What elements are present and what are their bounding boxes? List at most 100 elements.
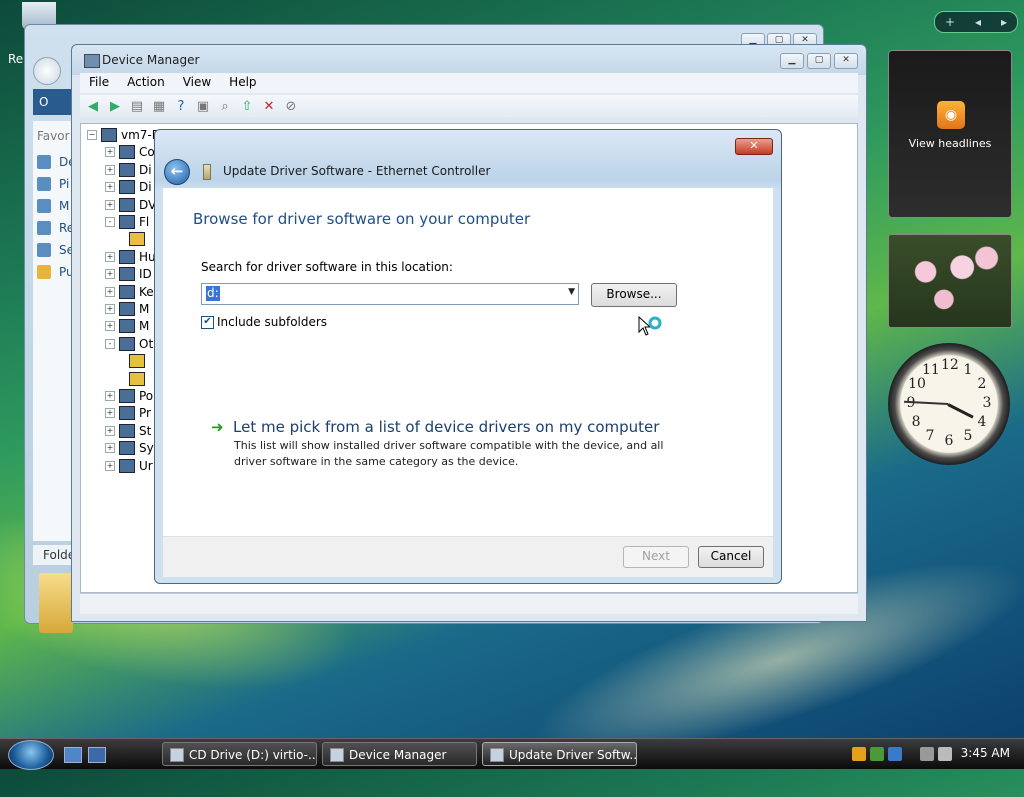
back-arrow-icon[interactable]: ◀ bbox=[84, 98, 102, 114]
sidebar-item[interactable]: Pu bbox=[37, 265, 74, 279]
dialog-close-button[interactable]: ✕ bbox=[735, 138, 773, 155]
menu-file[interactable]: File bbox=[80, 73, 118, 93]
add-gadget-button[interactable]: + bbox=[945, 15, 955, 29]
pick-from-list-link[interactable]: Let me pick from a list of device driver… bbox=[233, 418, 659, 436]
security-shield-icon[interactable] bbox=[852, 747, 866, 761]
taskbar-clock[interactable]: 3:45 AM bbox=[961, 746, 1010, 760]
menu-action[interactable]: Action bbox=[118, 73, 174, 93]
expand-icon[interactable]: + bbox=[105, 425, 115, 436]
update-driver-dialog[interactable]: ✕ ← Update Driver Software - Ethernet Co… bbox=[154, 129, 782, 584]
tree-item[interactable]: + M bbox=[105, 301, 149, 317]
collapse-icon[interactable]: - bbox=[105, 217, 115, 227]
maximize-button[interactable]: ▢ bbox=[807, 53, 831, 69]
expand-icon[interactable]: + bbox=[105, 251, 115, 262]
sidebar-item[interactable]: De bbox=[37, 155, 76, 169]
menu-view[interactable]: View bbox=[174, 73, 220, 93]
tree-item[interactable]: + M bbox=[105, 318, 149, 334]
back-arrow-icon[interactable]: ← bbox=[164, 159, 190, 185]
network-disconnected-icon[interactable] bbox=[920, 747, 934, 761]
taskbar-item-cd-drive[interactable]: CD Drive (D:) virtio-... bbox=[162, 742, 317, 766]
browse-button[interactable]: Browse... bbox=[591, 283, 677, 307]
show-hide-tree-icon[interactable]: ▤ bbox=[128, 98, 146, 114]
tree-item[interactable]: + Di bbox=[105, 179, 152, 195]
collapse-icon[interactable]: - bbox=[105, 338, 115, 349]
include-subfolders-label[interactable]: Include subfolders bbox=[217, 315, 327, 329]
expand-icon[interactable]: + bbox=[105, 460, 115, 471]
dropdown-arrow-icon[interactable]: ▼ bbox=[568, 287, 575, 297]
disable-icon[interactable]: ⊘ bbox=[282, 98, 300, 114]
tree-root[interactable]: − vm7-P bbox=[87, 127, 159, 143]
tree-item[interactable]: - Ot bbox=[105, 336, 153, 352]
tree-item-label: Ot bbox=[139, 336, 154, 351]
computer-icon bbox=[101, 128, 117, 142]
tree-item[interactable] bbox=[129, 353, 149, 369]
tree-item[interactable]: + St bbox=[105, 423, 151, 439]
expand-icon[interactable]: + bbox=[105, 391, 115, 401]
view-icon[interactable]: ▣ bbox=[194, 98, 212, 114]
expand-icon[interactable]: + bbox=[105, 199, 115, 210]
expand-icon[interactable]: + bbox=[105, 321, 115, 332]
properties-icon[interactable]: ▦ bbox=[150, 98, 168, 114]
expand-icon[interactable]: + bbox=[105, 147, 115, 158]
hardware-icon[interactable] bbox=[888, 747, 902, 761]
slideshow-gadget[interactable] bbox=[888, 234, 1012, 328]
tree-item[interactable]: + Hu bbox=[105, 249, 156, 265]
menu-help[interactable]: Help bbox=[220, 73, 265, 93]
expand-icon[interactable]: + bbox=[105, 443, 115, 454]
gadget-controls: + ◂ ▸ bbox=[934, 11, 1018, 33]
network-icon[interactable] bbox=[870, 747, 884, 761]
help-icon[interactable]: ? bbox=[172, 98, 190, 114]
busy-cursor-icon bbox=[638, 316, 662, 336]
tree-item[interactable]: + Co bbox=[105, 144, 155, 160]
minimize-button[interactable]: ▁ bbox=[780, 53, 804, 69]
tree-item[interactable]: + DV bbox=[105, 197, 156, 213]
tree-item[interactable]: + Ur bbox=[105, 458, 153, 474]
expand-icon[interactable]: + bbox=[105, 304, 115, 314]
search-location-combobox[interactable]: d: ▼ bbox=[201, 283, 579, 305]
start-button[interactable] bbox=[8, 740, 54, 770]
expand-icon[interactable]: + bbox=[105, 408, 115, 419]
next-gadget-button[interactable]: ▸ bbox=[1001, 15, 1007, 29]
sidebar-item[interactable]: Pi bbox=[37, 177, 69, 191]
forward-arrow-icon[interactable]: ▶ bbox=[106, 98, 124, 114]
expand-icon[interactable]: + bbox=[105, 286, 115, 297]
switch-windows-icon[interactable] bbox=[88, 747, 106, 763]
collapse-icon[interactable]: − bbox=[87, 130, 97, 140]
show-desktop-icon[interactable] bbox=[64, 747, 82, 763]
previous-gadget-button[interactable]: ◂ bbox=[975, 15, 981, 29]
view-headlines-label[interactable]: View headlines bbox=[889, 137, 1011, 150]
next-button[interactable]: Next bbox=[623, 546, 689, 568]
close-button[interactable]: ✕ bbox=[834, 53, 858, 69]
tree-item[interactable]: + Di bbox=[105, 162, 152, 178]
tree-item[interactable] bbox=[129, 231, 149, 247]
tree-item[interactable]: + Sy bbox=[105, 440, 154, 456]
explorer-back-button[interactable] bbox=[33, 57, 61, 85]
taskbar-item-device-manager[interactable]: Device Manager bbox=[322, 742, 477, 766]
expand-icon[interactable]: + bbox=[105, 182, 115, 193]
tree-item[interactable]: + ID bbox=[105, 266, 152, 282]
taskbar-item-update-driver[interactable]: Update Driver Softw... bbox=[482, 742, 637, 766]
include-subfolders-checkbox[interactable]: ✔ bbox=[201, 316, 214, 329]
explorer-sidebar: Favor De Pi M Re Se Pu bbox=[33, 121, 76, 541]
cancel-button[interactable]: Cancel bbox=[698, 546, 764, 568]
sidebar-item[interactable]: Se bbox=[37, 243, 74, 257]
scan-hardware-icon[interactable]: ⌕ bbox=[216, 98, 234, 114]
searches-icon bbox=[37, 243, 51, 257]
pictures-icon bbox=[37, 177, 51, 191]
tree-item[interactable]: - Fl bbox=[105, 214, 149, 230]
sidebar-item[interactable]: M bbox=[37, 199, 69, 213]
tree-item[interactable]: + Pr bbox=[105, 405, 151, 421]
sidebar-item[interactable]: Re bbox=[37, 221, 74, 235]
path-input-value[interactable]: d: bbox=[206, 286, 220, 301]
clock-number: 4 bbox=[977, 414, 987, 430]
uninstall-icon[interactable]: ✕ bbox=[260, 98, 278, 114]
update-driver-icon[interactable]: ⇧ bbox=[238, 98, 256, 114]
volume-muted-icon[interactable] bbox=[938, 747, 952, 761]
tree-item[interactable]: + Ke bbox=[105, 284, 154, 300]
tree-item[interactable] bbox=[129, 371, 149, 387]
tree-item[interactable]: + Po bbox=[105, 388, 153, 404]
feed-gadget[interactable]: ◉ View headlines bbox=[888, 50, 1012, 218]
window-title: Device Manager bbox=[102, 53, 200, 67]
expand-icon[interactable]: + bbox=[105, 164, 115, 175]
expand-icon[interactable]: + bbox=[105, 269, 115, 280]
